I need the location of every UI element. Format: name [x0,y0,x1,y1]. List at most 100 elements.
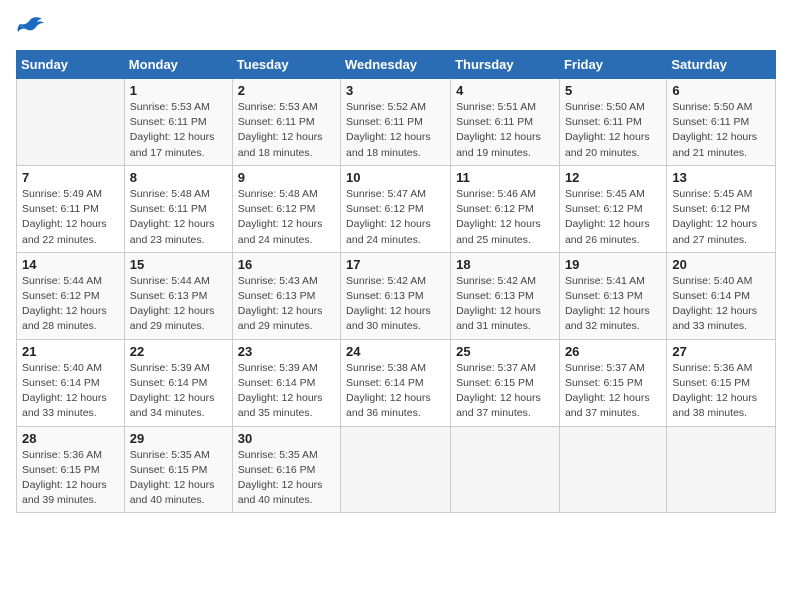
day-number: 2 [238,83,335,98]
calendar-cell: 29 Sunrise: 5:35 AMSunset: 6:15 PMDayligh… [124,426,232,513]
day-info: Sunrise: 5:53 AMSunset: 6:11 PMDaylight:… [130,100,227,161]
day-number: 29 [130,431,227,446]
day-info: Sunrise: 5:39 AMSunset: 6:14 PMDaylight:… [130,361,227,422]
calendar-cell: 7Sunrise: 5:49 AMSunset: 6:11 PMDaylight… [17,165,125,252]
calendar-cell: 3 Sunrise: 5:52 AMSunset: 6:11 PMDaylight… [341,79,451,166]
day-number: 27 [672,344,770,359]
day-number: 28 [22,431,119,446]
calendar-cell: 23Sunrise: 5:39 AMSunset: 6:14 PMDayligh… [232,339,340,426]
col-header-wednesday: Wednesday [341,51,451,79]
day-number: 12 [565,170,661,185]
day-info: Sunrise: 5:42 AMSunset: 6:13 PMDaylight:… [346,274,445,335]
calendar-cell: 25 Sunrise: 5:37 AMSunset: 6:15 PMDayligh… [451,339,560,426]
day-info: Sunrise: 5:37 AMSunset: 6:15 PMDaylight:… [565,361,661,422]
col-header-thursday: Thursday [451,51,560,79]
day-number: 26 [565,344,661,359]
day-number: 3 [346,83,445,98]
calendar-cell: 27 Sunrise: 5:36 AMSunset: 6:15 PMDayligh… [667,339,776,426]
day-info: Sunrise: 5:38 AMSunset: 6:14 PMDaylight:… [346,361,445,422]
day-info: Sunrise: 5:36 AMSunset: 6:15 PMDaylight:… [22,448,119,509]
day-number: 25 [456,344,554,359]
week-row-2: 7Sunrise: 5:49 AMSunset: 6:11 PMDaylight… [17,165,776,252]
day-number: 24 [346,344,445,359]
calendar-cell [341,426,451,513]
calendar-cell [17,79,125,166]
col-header-sunday: Sunday [17,51,125,79]
day-number: 18 [456,257,554,272]
page-header [16,16,776,38]
day-number: 4 [456,83,554,98]
day-info: Sunrise: 5:53 AMSunset: 6:11 PMDaylight:… [238,100,335,161]
week-row-1: 1 Sunrise: 5:53 AMSunset: 6:11 PMDaylight… [17,79,776,166]
week-row-3: 14 Sunrise: 5:44 AMSunset: 6:12 PMDayligh… [17,252,776,339]
day-info: Sunrise: 5:47 AMSunset: 6:12 PMDaylight:… [346,187,445,248]
day-info: Sunrise: 5:46 AMSunset: 6:12 PMDaylight:… [456,187,554,248]
col-header-monday: Monday [124,51,232,79]
day-number: 11 [456,170,554,185]
day-number: 5 [565,83,661,98]
day-number: 1 [130,83,227,98]
day-info: Sunrise: 5:44 AMSunset: 6:12 PMDaylight:… [22,274,119,335]
calendar-cell: 2 Sunrise: 5:53 AMSunset: 6:11 PMDaylight… [232,79,340,166]
week-row-4: 21Sunrise: 5:40 AMSunset: 6:14 PMDayligh… [17,339,776,426]
day-number: 7 [22,170,119,185]
calendar-cell: 15 Sunrise: 5:44 AMSunset: 6:13 PMDayligh… [124,252,232,339]
calendar-cell: 9Sunrise: 5:48 AMSunset: 6:12 PMDaylight… [232,165,340,252]
day-info: Sunrise: 5:41 AMSunset: 6:13 PMDaylight:… [565,274,661,335]
calendar-cell: 1 Sunrise: 5:53 AMSunset: 6:11 PMDaylight… [124,79,232,166]
day-number: 22 [130,344,227,359]
calendar-cell: 16Sunrise: 5:43 AMSunset: 6:13 PMDayligh… [232,252,340,339]
day-info: Sunrise: 5:40 AMSunset: 6:14 PMDaylight:… [672,274,770,335]
day-info: Sunrise: 5:42 AMSunset: 6:13 PMDaylight:… [456,274,554,335]
day-info: Sunrise: 5:45 AMSunset: 6:12 PMDaylight:… [565,187,661,248]
calendar-cell: 26 Sunrise: 5:37 AMSunset: 6:15 PMDayligh… [559,339,666,426]
calendar-cell: 18 Sunrise: 5:42 AMSunset: 6:13 PMDayligh… [451,252,560,339]
day-number: 30 [238,431,335,446]
calendar-cell: 24 Sunrise: 5:38 AMSunset: 6:14 PMDayligh… [341,339,451,426]
calendar-cell: 13 Sunrise: 5:45 AMSunset: 6:12 PMDayligh… [667,165,776,252]
day-number: 10 [346,170,445,185]
day-number: 14 [22,257,119,272]
day-info: Sunrise: 5:36 AMSunset: 6:15 PMDaylight:… [672,361,770,422]
calendar-cell: 4 Sunrise: 5:51 AMSunset: 6:11 PMDaylight… [451,79,560,166]
col-header-tuesday: Tuesday [232,51,340,79]
day-number: 20 [672,257,770,272]
calendar-cell: 11 Sunrise: 5:46 AMSunset: 6:12 PMDayligh… [451,165,560,252]
calendar-cell: 28 Sunrise: 5:36 AMSunset: 6:15 PMDayligh… [17,426,125,513]
day-info: Sunrise: 5:50 AMSunset: 6:11 PMDaylight:… [565,100,661,161]
day-info: Sunrise: 5:45 AMSunset: 6:12 PMDaylight:… [672,187,770,248]
day-number: 19 [565,257,661,272]
day-info: Sunrise: 5:48 AMSunset: 6:11 PMDaylight:… [130,187,227,248]
day-info: Sunrise: 5:52 AMSunset: 6:11 PMDaylight:… [346,100,445,161]
calendar-cell: 21Sunrise: 5:40 AMSunset: 6:14 PMDayligh… [17,339,125,426]
day-number: 15 [130,257,227,272]
calendar-cell: 20 Sunrise: 5:40 AMSunset: 6:14 PMDayligh… [667,252,776,339]
calendar-cell: 6 Sunrise: 5:50 AMSunset: 6:11 PMDaylight… [667,79,776,166]
calendar-cell: 10 Sunrise: 5:47 AMSunset: 6:12 PMDayligh… [341,165,451,252]
logo-bird-icon [16,16,44,38]
calendar-cell: 12 Sunrise: 5:45 AMSunset: 6:12 PMDayligh… [559,165,666,252]
day-number: 17 [346,257,445,272]
day-info: Sunrise: 5:51 AMSunset: 6:11 PMDaylight:… [456,100,554,161]
day-info: Sunrise: 5:39 AMSunset: 6:14 PMDaylight:… [238,361,335,422]
day-info: Sunrise: 5:35 AMSunset: 6:16 PMDaylight:… [238,448,335,509]
day-number: 6 [672,83,770,98]
logo [16,16,48,38]
calendar-cell: 30 Sunrise: 5:35 AMSunset: 6:16 PMDayligh… [232,426,340,513]
calendar-cell: 14 Sunrise: 5:44 AMSunset: 6:12 PMDayligh… [17,252,125,339]
col-header-friday: Friday [559,51,666,79]
day-info: Sunrise: 5:37 AMSunset: 6:15 PMDaylight:… [456,361,554,422]
calendar-cell: 22 Sunrise: 5:39 AMSunset: 6:14 PMDayligh… [124,339,232,426]
day-number: 8 [130,170,227,185]
day-info: Sunrise: 5:50 AMSunset: 6:11 PMDaylight:… [672,100,770,161]
day-info: Sunrise: 5:40 AMSunset: 6:14 PMDaylight:… [22,361,119,422]
day-number: 13 [672,170,770,185]
day-number: 16 [238,257,335,272]
calendar-cell: 19 Sunrise: 5:41 AMSunset: 6:13 PMDayligh… [559,252,666,339]
calendar-cell: 5 Sunrise: 5:50 AMSunset: 6:11 PMDaylight… [559,79,666,166]
calendar-cell [559,426,666,513]
day-info: Sunrise: 5:35 AMSunset: 6:15 PMDaylight:… [130,448,227,509]
day-info: Sunrise: 5:44 AMSunset: 6:13 PMDaylight:… [130,274,227,335]
calendar-header-row: SundayMondayTuesdayWednesdayThursdayFrid… [17,51,776,79]
day-number: 9 [238,170,335,185]
